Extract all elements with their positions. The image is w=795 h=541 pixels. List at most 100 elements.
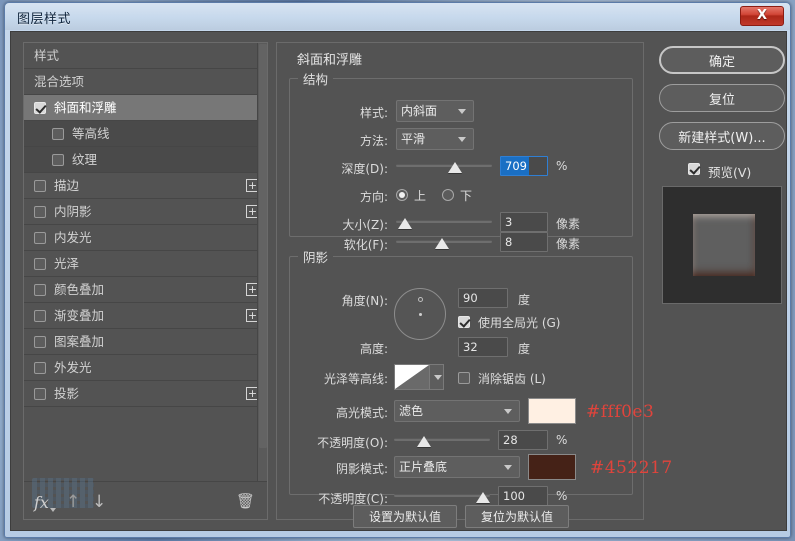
style-list-item[interactable]: 渐变叠加 + bbox=[24, 303, 267, 329]
shadow-mode-select[interactable]: 正常溶解变暗正片叠底颜色加深线性加深 bbox=[394, 456, 520, 478]
style-list-item[interactable]: 投影 + bbox=[24, 381, 267, 407]
direction-up-radio[interactable] bbox=[396, 189, 408, 201]
style-item-checkbox[interactable] bbox=[34, 205, 46, 218]
style-list-item[interactable]: 内发光 bbox=[24, 225, 267, 251]
size-slider-thumb[interactable] bbox=[397, 218, 412, 229]
style-item-checkbox[interactable] bbox=[34, 283, 46, 296]
close-button[interactable]: X bbox=[740, 6, 784, 26]
style-list-item[interactable]: 样式 bbox=[24, 43, 267, 69]
highlight-opacity-input[interactable] bbox=[498, 430, 548, 450]
new-style-button[interactable]: 新建样式(W)... bbox=[659, 122, 785, 150]
use-global-light-checkbox[interactable] bbox=[458, 316, 470, 328]
style-item-label: 外发光 bbox=[54, 359, 92, 375]
ok-button[interactable]: 确定 bbox=[659, 46, 785, 74]
style-list-item[interactable]: 斜面和浮雕 bbox=[24, 95, 267, 121]
size-unit: 像素 bbox=[556, 217, 581, 231]
style-item-checkbox[interactable] bbox=[52, 153, 64, 166]
move-down-arrow-icon[interactable]: ↓ bbox=[92, 492, 106, 512]
style-item-checkbox[interactable] bbox=[34, 361, 46, 374]
shadow-opacity-slider[interactable] bbox=[394, 486, 490, 506]
styles-panel: 样式混合选项斜面和浮雕等高线纹理描边 + 内阴影 + 内发光光泽颜色叠加 + 渐变叠加 + 图案… bbox=[23, 42, 268, 520]
gloss-contour-preview-icon bbox=[395, 365, 429, 389]
style-label: 样式: bbox=[359, 106, 388, 120]
center-panel: 斜面和浮雕 结构 样式: 外斜面内斜面浮雕效果枕状浮雕描边浮雕 方法: 平滑雕刻… bbox=[276, 42, 672, 528]
style-item-label: 内发光 bbox=[54, 229, 92, 245]
preview-checkbox[interactable] bbox=[688, 163, 700, 175]
fx-icon[interactable]: fx bbox=[34, 493, 49, 512]
angle-input[interactable] bbox=[458, 288, 508, 308]
method-label: 方法: bbox=[359, 134, 388, 148]
style-list-item[interactable]: 外发光 bbox=[24, 355, 267, 381]
highlight-hex-note: #fff0e3 bbox=[586, 402, 655, 422]
style-item-label: 样式 bbox=[34, 47, 60, 63]
fx-caret-icon[interactable] bbox=[50, 508, 56, 512]
style-item-checkbox[interactable] bbox=[34, 231, 46, 244]
preview-box bbox=[662, 186, 782, 304]
style-item-checkbox[interactable] bbox=[34, 335, 46, 348]
style-list-item[interactable]: 等高线 bbox=[24, 121, 267, 147]
highlight-opacity-slider[interactable] bbox=[394, 430, 490, 450]
size-input[interactable] bbox=[500, 212, 548, 232]
style-item-label: 颜色叠加 bbox=[54, 281, 105, 297]
highlight-mode-select[interactable]: 正常溶解变暗正片叠底滤色叠加柔光 bbox=[394, 400, 520, 422]
style-item-label: 等高线 bbox=[72, 125, 110, 141]
highlight-opacity-unit: % bbox=[556, 433, 568, 447]
style-item-label: 投影 bbox=[54, 385, 80, 401]
shadow-opacity-thumb[interactable] bbox=[476, 492, 490, 503]
style-item-checkbox[interactable] bbox=[34, 309, 46, 322]
shading-legend: 阴影 bbox=[303, 250, 329, 265]
direction-down-label: 下 bbox=[460, 189, 473, 203]
style-list-item[interactable]: 纹理 bbox=[24, 147, 267, 173]
style-item-checkbox[interactable] bbox=[34, 257, 46, 270]
style-item-checkbox[interactable] bbox=[34, 387, 46, 400]
highlight-color-swatch[interactable] bbox=[528, 398, 576, 424]
depth-slider[interactable] bbox=[396, 156, 492, 176]
style-list-item[interactable]: 混合选项 bbox=[24, 69, 267, 95]
style-item-checkbox[interactable] bbox=[52, 127, 64, 140]
preview-label: 预览(V) bbox=[708, 165, 752, 180]
styles-list[interactable]: 样式混合选项斜面和浮雕等高线纹理描边 + 内阴影 + 内发光光泽颜色叠加 + 渐变叠加 + 图案… bbox=[24, 43, 267, 483]
method-select[interactable]: 平滑雕刻清晰雕刻柔和 bbox=[396, 128, 474, 150]
style-list-item[interactable]: 颜色叠加 + bbox=[24, 277, 267, 303]
shadow-color-swatch[interactable] bbox=[528, 454, 576, 480]
right-panel: 确定 复位 新建样式(W)... 预览(V) bbox=[656, 42, 788, 520]
angle-dial[interactable] bbox=[394, 288, 446, 340]
move-up-arrow-icon[interactable]: ↑ bbox=[66, 492, 80, 512]
angle-dial-center bbox=[419, 313, 422, 316]
style-list-item[interactable]: 光泽 bbox=[24, 251, 267, 277]
shadow-opacity-input[interactable] bbox=[498, 486, 548, 506]
gloss-contour-picker[interactable] bbox=[394, 364, 444, 390]
style-list-item[interactable]: 内阴影 + bbox=[24, 199, 267, 225]
structure-group: 结构 样式: 外斜面内斜面浮雕效果枕状浮雕描边浮雕 方法: 平滑雕刻清晰雕刻柔和… bbox=[289, 69, 633, 252]
size-slider[interactable] bbox=[396, 212, 492, 232]
depth-input[interactable] bbox=[500, 156, 548, 176]
reset-button[interactable]: 复位 bbox=[659, 84, 785, 112]
altitude-input[interactable] bbox=[458, 337, 508, 357]
style-select[interactable]: 外斜面内斜面浮雕效果枕状浮雕描边浮雕 bbox=[396, 100, 474, 122]
trash-icon[interactable]: 🗑 bbox=[236, 492, 255, 510]
style-list-item[interactable]: 描边 + bbox=[24, 173, 267, 199]
depth-label: 深度(D): bbox=[341, 162, 388, 176]
style-item-checkbox[interactable] bbox=[34, 179, 46, 192]
set-default-button[interactable]: 设置为默认值 bbox=[353, 505, 457, 528]
style-item-label: 描边 bbox=[54, 177, 80, 193]
style-item-label: 光泽 bbox=[54, 255, 80, 271]
antialias-checkbox[interactable] bbox=[458, 372, 470, 384]
antialias-label: 消除锯齿 (L) bbox=[478, 372, 546, 386]
gloss-contour-chevron-down-icon[interactable] bbox=[429, 365, 443, 389]
style-item-checkbox[interactable] bbox=[34, 101, 46, 114]
styles-scrollbar[interactable] bbox=[257, 43, 267, 483]
style-item-label: 混合选项 bbox=[34, 73, 85, 89]
depth-slider-thumb[interactable] bbox=[447, 162, 462, 173]
angle-unit: 度 bbox=[518, 293, 531, 307]
depth-unit: % bbox=[556, 159, 568, 173]
style-item-label: 纹理 bbox=[72, 151, 98, 167]
altitude-label: 高度: bbox=[359, 342, 388, 356]
direction-down-radio[interactable] bbox=[442, 189, 454, 201]
highlight-opacity-thumb[interactable] bbox=[416, 436, 431, 447]
styles-scrollbar-thumb[interactable] bbox=[259, 44, 267, 448]
style-item-label: 渐变叠加 bbox=[54, 307, 105, 323]
style-list-item[interactable]: 图案叠加 bbox=[24, 329, 267, 355]
reset-default-button[interactable]: 复位为默认值 bbox=[465, 505, 569, 528]
altitude-unit: 度 bbox=[518, 342, 531, 356]
